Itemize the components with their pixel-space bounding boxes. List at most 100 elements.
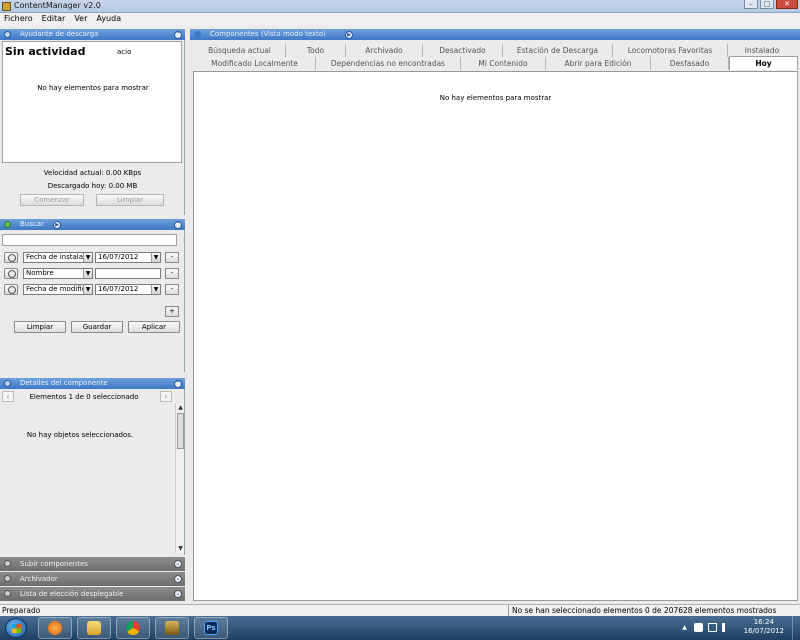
tab-estacion-descarga[interactable]: Estación de Descarga [503,44,613,57]
speed-text: Velocidad actual: 0.00 KBps [43,169,142,177]
search-field-select[interactable]: Fecha de instalació ▼ [23,252,93,263]
search-row-toggle[interactable] [4,268,18,279]
components-panel-title: Componentes (Vista modo texto) [210,30,326,38]
remove-row-button[interactable]: - [165,252,179,263]
title-bar: ContentManager v2.0 – □ ✕ [0,0,800,13]
clock-time: 16:24 [753,618,774,626]
tab-abrir-para-edicion[interactable]: Abrir para Edición [546,57,651,70]
volume-icon[interactable] [722,623,731,632]
chrome-icon[interactable] [116,617,150,639]
media-player-icon[interactable] [38,617,72,639]
clock-date: 16/07/2012 [743,627,784,635]
scroll-thumb[interactable] [177,413,184,449]
details-panel-header[interactable]: Detalles del componente ⌃ [0,378,185,389]
chevron-down-icon: ▼ [151,285,160,294]
scroll-down-icon[interactable]: ▼ [176,544,185,553]
folder-icon[interactable] [77,617,111,639]
clock[interactable]: 16:24 16/07/2012 [744,618,784,636]
picklist-panel-header[interactable]: Lista de elección desplegable ⌄ [0,587,185,601]
archive-panel-title: Archivador [20,575,58,583]
expand-icon[interactable]: ⌄ [174,575,182,583]
menu-fichero[interactable]: Fichero [0,13,38,26]
add-icon [4,221,11,228]
next-button[interactable]: › [160,391,172,402]
download-icon [4,31,11,38]
network-icon[interactable] [708,623,717,632]
tab-bar: Búsqueda actual Todo Archivado Desactiva… [188,42,800,70]
chevron-down-icon: ▼ [83,253,92,262]
photoshop-icon[interactable]: Ps [194,617,228,639]
menu-ayuda[interactable]: Ayuda [92,13,126,26]
collapse-icon[interactable]: ⌃ [174,221,182,229]
tab-todo[interactable]: Todo [286,44,346,57]
show-desktop-button[interactable] [792,616,800,640]
expand-icon[interactable]: ⌄ [174,590,182,598]
menu-editar[interactable]: Editar [38,13,71,26]
download-status-suffix: acio [117,48,132,56]
play-icon[interactable]: ▶ [53,221,61,229]
search-field-select[interactable]: Fecha de modificac ▼ [23,284,93,295]
details-scrollbar[interactable]: ▲ ▼ [175,403,184,553]
search-value-date[interactable]: 16/07/2012 ▼ [95,252,161,263]
remove-row-button[interactable]: - [165,268,179,279]
minimize-button[interactable]: – [744,0,758,9]
system-tray: ▲ 16:24 16/07/2012 [680,616,800,640]
search-value-date[interactable]: 16/07/2012 ▼ [95,284,161,295]
tab-desfasado[interactable]: Desfasado [651,57,729,70]
tab-hoy[interactable]: Hoy [729,56,798,70]
scroll-up-icon[interactable]: ▲ [176,403,185,412]
info-icon [4,380,11,387]
archive-panel-header[interactable]: Archivador ⌄ [0,572,185,586]
tab-archivado[interactable]: Archivado [346,44,423,57]
list-icon [4,590,11,597]
clear-downloads-button[interactable]: Limpiar [96,194,164,206]
tab-desactivado[interactable]: Desactivado [423,44,503,57]
search-panel-header[interactable]: Buscar ▶ ⌃ [0,219,185,230]
upload-icon [4,560,11,567]
upload-panel-header[interactable]: Subir componentes ⌄ [0,557,185,571]
close-button[interactable]: ✕ [776,0,798,9]
tray-up-arrow-icon[interactable]: ▲ [680,623,689,632]
expand-icon[interactable]: ⌄ [174,560,182,568]
apply-search-button[interactable]: Aplicar [128,321,180,333]
chevron-down-icon: ▼ [83,269,92,278]
search-row-toggle[interactable] [4,284,18,295]
add-row-button[interactable]: + [165,306,179,317]
download-panel-header[interactable]: Ayudante de descarga ⌃ [0,29,185,40]
search-row-toggle[interactable] [4,252,18,263]
tab-locomotoras-favoritas[interactable]: Locomotoras Favoritas [613,44,728,57]
start-button[interactable]: Comenzar [20,194,84,206]
remove-row-button[interactable]: - [165,284,179,295]
previous-button[interactable]: ‹ [2,391,14,402]
maximize-button[interactable]: □ [760,0,774,9]
search-panel-title: Buscar [20,220,44,228]
tab-mi-contenido[interactable]: Mi Contenido [461,57,546,70]
antivirus-icon[interactable] [694,623,703,632]
details-panel [0,389,185,555]
save-search-button[interactable]: Guardar [71,321,123,333]
collapse-icon[interactable]: ⌃ [174,380,182,388]
start-button[interactable] [5,618,27,638]
status-left: Preparado [2,606,41,615]
status-bar: Preparado No se han seleccionado element… [0,604,800,617]
app-icon [2,2,11,11]
clear-search-button[interactable]: Limpiar [14,321,66,333]
download-list: Sin actividad acio No hay elementos para… [2,41,182,163]
tab-dependencias-no-encontradas[interactable]: Dependencias no encontradas [316,57,461,70]
chevron-down-icon: ▼ [83,285,92,294]
menu-ver[interactable]: Ver [70,13,92,26]
taskbar: Ps ▲ 16:24 16/07/2012 [0,616,800,640]
search-value-input[interactable] [95,268,161,279]
search-input[interactable] [2,234,177,246]
collapse-icon[interactable]: ⌃ [174,31,182,39]
components-panel-header[interactable]: Componentes (Vista modo texto) ▶ [190,29,800,40]
contentmanager-icon[interactable] [155,617,189,639]
components-icon [194,31,201,38]
tab-busqueda-actual[interactable]: Búsqueda actual [194,44,286,57]
tab-modificado-localmente[interactable]: Modificado Localmente [194,57,316,70]
upload-panel-title: Subir componentes [20,560,88,568]
details-panel-title: Detalles del componente [20,379,108,387]
search-field-select[interactable]: Nombre ▼ [23,268,93,279]
play-icon[interactable]: ▶ [345,31,353,39]
components-list: No hay elementos para mostrar [193,71,798,601]
